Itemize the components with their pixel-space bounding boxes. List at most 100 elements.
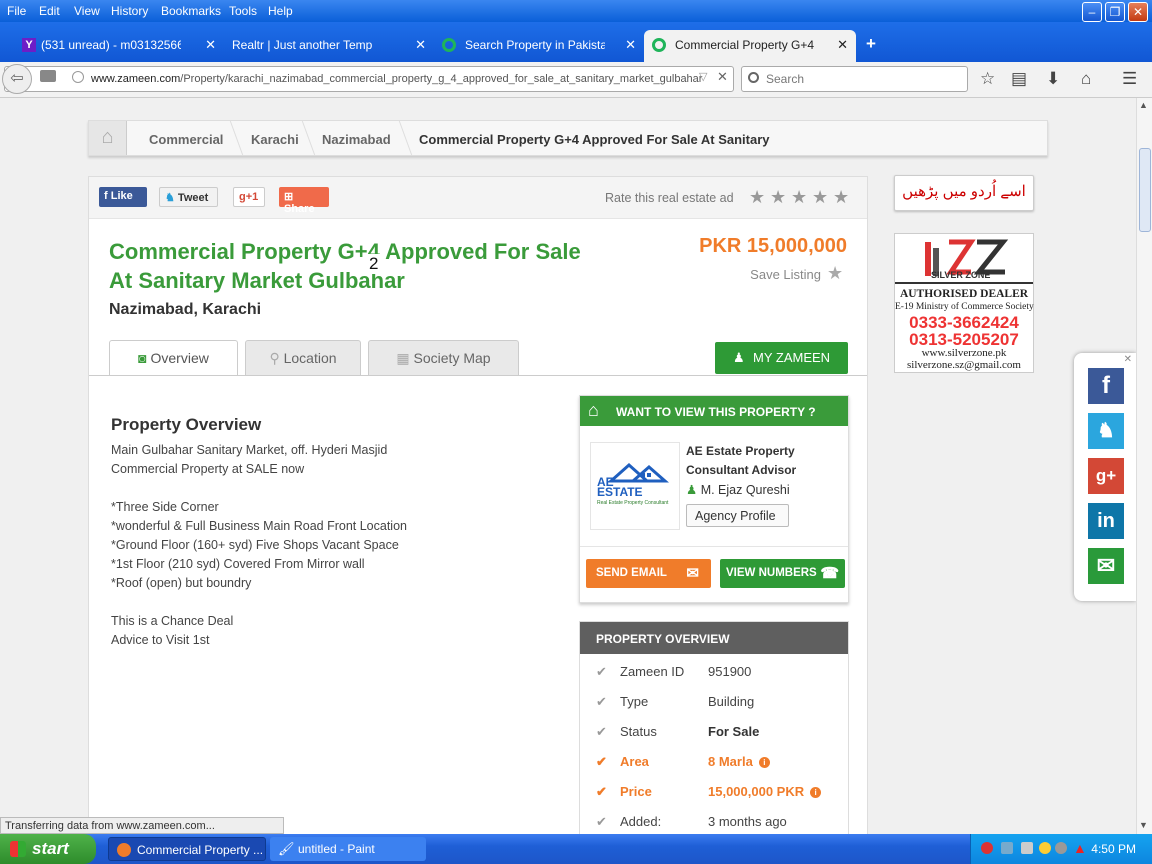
tab-overview[interactable]: ◙ Overview: [109, 340, 238, 376]
task-firefox[interactable]: Commercial Property ...: [108, 837, 266, 861]
info-icon[interactable]: i: [758, 757, 770, 768]
rating-star-icon[interactable]: ★: [833, 187, 849, 208]
crumb-nazimabad[interactable]: Nazimabad: [322, 132, 391, 147]
close-tab-icon[interactable]: ✕: [205, 37, 216, 53]
home-icon[interactable]: ⌂: [1081, 69, 1091, 89]
silver-zone-ad[interactable]: SILVER ZONE AUTHORISED DEALER E-19 Minis…: [894, 233, 1034, 373]
task-paint[interactable]: 🖌 untitled - Paint: [270, 837, 426, 861]
app-icon[interactable]: [1055, 842, 1067, 854]
crumb-commercial[interactable]: Commercial: [149, 132, 223, 147]
crumb-karachi[interactable]: Karachi: [251, 132, 299, 147]
bookmark-star-icon[interactable]: ☆: [980, 69, 995, 89]
gplus-button[interactable]: g+1: [233, 187, 265, 207]
twitter-share-icon[interactable]: ♞: [1088, 413, 1124, 449]
share-button[interactable]: ⊞ Share: [279, 187, 329, 215]
search-input[interactable]: Search: [741, 66, 968, 92]
linkedin-share-icon[interactable]: in: [1088, 503, 1124, 539]
read-in-urdu-button[interactable]: اسے اُردو میں پڑھیں: [894, 175, 1034, 211]
tab-search-property[interactable]: Search Property in Pakistan ✕: [434, 30, 644, 62]
menu-icon[interactable]: ☰: [1122, 69, 1137, 89]
listing-price: PKR 15,000,000: [699, 235, 847, 257]
agency-name-2: Consultant Advisor: [686, 463, 797, 477]
menu-bar: File Edit View History Bookmarks Tools H…: [0, 0, 1152, 22]
rating-star-icon[interactable]: ★: [770, 187, 786, 208]
scroll-down-icon[interactable]: ▼: [1139, 820, 1148, 830]
update-icon[interactable]: [1039, 842, 1051, 854]
rating-star-icon[interactable]: ★: [791, 187, 807, 208]
twitter-icon: ♞: [165, 192, 178, 204]
row-price: ✔ Price 15,000,000 PKR i: [580, 777, 848, 807]
stop-icon[interactable]: ✕: [717, 69, 728, 85]
row-zameen-id: ✔ Zameen ID 951900: [596, 664, 752, 679]
save-listing-link[interactable]: Save Listing: [750, 267, 821, 282]
scroll-thumb[interactable]: [1139, 148, 1151, 232]
tab-yahoo-mail[interactable]: Y (531 unread) - m0313256695... ✕: [14, 30, 224, 62]
warning-icon[interactable]: ▲: [1073, 840, 1087, 856]
menu-history[interactable]: History: [111, 4, 148, 18]
house-icon: ⌂: [588, 400, 599, 420]
agency-profile-button[interactable]: Agency Profile: [686, 504, 789, 527]
minimize-button[interactable]: –: [1082, 2, 1102, 22]
menu-tools[interactable]: Tools: [229, 4, 257, 18]
security-icon[interactable]: [981, 842, 993, 854]
phone-icon: ☎: [820, 565, 839, 582]
tab-location[interactable]: ⚲ Location: [245, 340, 361, 375]
overview-description: Main Gulbahar Sanitary Market, off. Hyde…: [111, 443, 407, 647]
user-icon: ♟: [733, 350, 745, 365]
network-icon[interactable]: [1001, 842, 1013, 854]
send-email-button[interactable]: SEND EMAIL ✉: [586, 559, 711, 588]
close-tab-icon[interactable]: ✕: [837, 37, 848, 53]
site-icon[interactable]: [40, 70, 56, 82]
vertical-scrollbar[interactable]: ▲ ▼: [1136, 98, 1152, 834]
tab-society-map[interactable]: ▦ Society Map: [368, 340, 519, 375]
paint-icon: 🖌: [278, 841, 295, 856]
facebook-share-icon[interactable]: f: [1088, 368, 1124, 404]
logo-subtext: Real Estate Property Consultant: [597, 500, 669, 506]
start-button[interactable]: start: [0, 834, 96, 864]
social-share-bar: ✕ f ♞ g+ in ✉: [1074, 353, 1136, 601]
rating-star-icon[interactable]: ★: [812, 187, 828, 208]
menu-view[interactable]: View: [74, 4, 100, 18]
tweet-button[interactable]: ♞ Tweet: [159, 187, 218, 207]
url-bar[interactable]: www.zameen.com/Property/karachi_nazimaba…: [4, 66, 734, 92]
scroll-up-icon[interactable]: ▲: [1139, 100, 1148, 110]
menu-bookmarks[interactable]: Bookmarks: [161, 4, 221, 18]
save-star-icon[interactable]: ★: [827, 263, 843, 284]
back-button[interactable]: ⇦: [2, 64, 32, 94]
globe-icon: [72, 71, 84, 83]
new-tab-button[interactable]: +: [866, 34, 876, 54]
gplus-share-icon[interactable]: g+: [1088, 458, 1124, 494]
tab-commercial-property[interactable]: Commercial Property G+4 Ap... ✕: [644, 30, 856, 62]
menu-edit[interactable]: Edit: [39, 4, 60, 18]
display-icon[interactable]: [1021, 842, 1033, 854]
menu-help[interactable]: Help: [268, 4, 293, 18]
close-tab-icon[interactable]: ✕: [415, 37, 426, 53]
tab-strip: Y (531 unread) - m0313256695... ✕ Realtr…: [0, 22, 1152, 62]
maximize-button[interactable]: ❐: [1105, 2, 1125, 22]
facebook-like-button[interactable]: f Like: [99, 187, 147, 207]
close-tab-icon[interactable]: ✕: [625, 37, 636, 53]
property-overview-box: PROPERTY OVERVIEW ✔ Zameen ID 951900 ✔ Type…: [579, 621, 849, 834]
my-zameen-button[interactable]: ♟ MY ZAMEEN: [715, 342, 848, 374]
home-crumb-icon[interactable]: ⌂: [89, 121, 127, 155]
bookmarks-list-icon[interactable]: ▤: [1011, 69, 1027, 89]
download-icon[interactable]: ⬇: [1046, 69, 1060, 89]
agency-name-1: AE Estate Property: [686, 444, 795, 458]
tab-realtr[interactable]: Realtr | Just another Templatic Th... ✕: [222, 30, 434, 62]
envelope-icon: ✉: [686, 565, 699, 582]
dropdown-arrow-icon[interactable]: ▽: [699, 70, 707, 83]
rating-star-icon[interactable]: ★: [749, 187, 765, 208]
info-icon[interactable]: i: [810, 787, 822, 798]
agency-logo[interactable]: AE ESTATE Real Estate Property Consultan…: [590, 442, 680, 530]
email-share-icon[interactable]: ✉: [1088, 548, 1124, 584]
menu-file[interactable]: File: [7, 4, 26, 18]
contact-heading: ⌂ WANT TO VIEW THIS PROPERTY ?: [580, 396, 848, 426]
close-window-button[interactable]: ✕: [1128, 2, 1148, 22]
property-overview-heading: PROPERTY OVERVIEW: [580, 622, 848, 654]
close-icon[interactable]: ✕: [1124, 354, 1132, 365]
loading-icon: [652, 38, 666, 52]
share-bar: f Like ♞ Tweet g+1 ⊞ Share Rate this rea…: [89, 177, 867, 219]
view-numbers-button[interactable]: VIEW NUMBERS ☎: [720, 559, 845, 588]
overlay-digit: 2: [367, 254, 381, 274]
check-icon: ✔: [596, 754, 607, 769]
